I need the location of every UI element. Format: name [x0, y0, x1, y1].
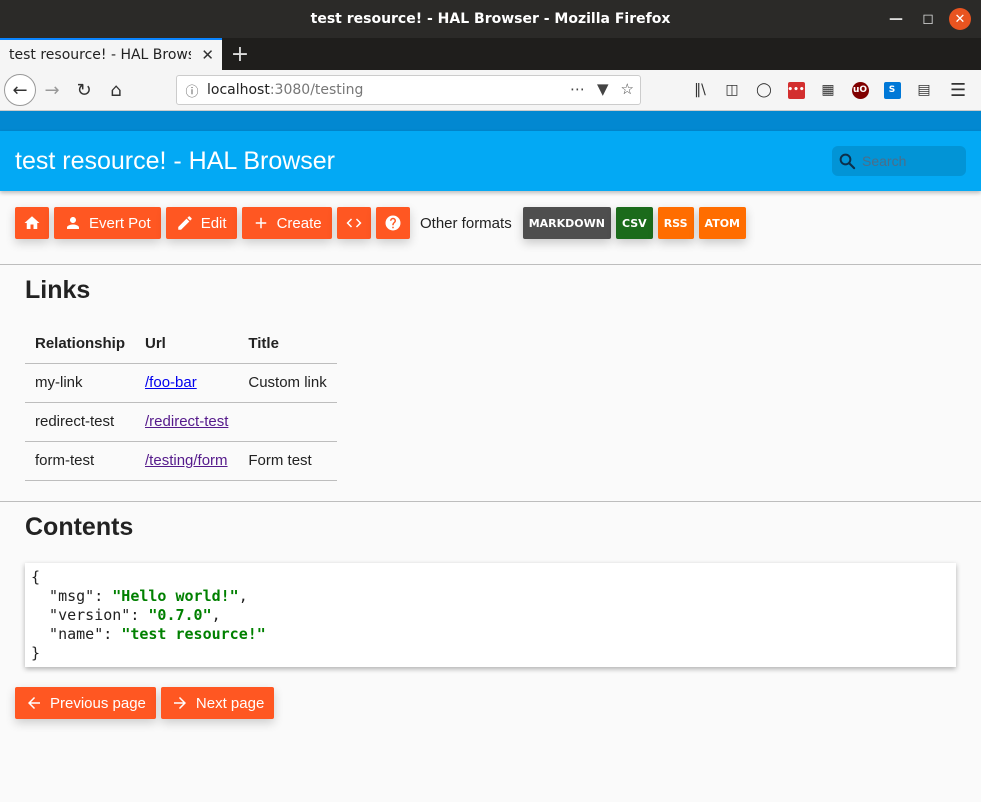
create-button[interactable]: Create [241, 207, 332, 239]
home-button[interactable] [15, 207, 49, 239]
browser-tab[interactable]: test resource! - HAL Browser ✕ [0, 38, 222, 70]
pocket-icon[interactable]: ▼ [597, 80, 609, 98]
window-controls: — ◻ ✕ [885, 8, 971, 30]
json-key: "version": [31, 606, 149, 624]
toolbar-icons: ‖\ ◫ ◯ ••• ▦ uO S ▤ [688, 76, 936, 104]
link-title [238, 402, 337, 442]
format-markdown-button[interactable]: MARKDOWN [522, 207, 611, 239]
url-actions: ⋯ ▼ ☆ [570, 80, 634, 98]
url-bar[interactable]: ⓘ localhost:3080/testing ⋯ ▼ ☆ [176, 75, 641, 105]
arrow-left-icon [28, 697, 40, 709]
link-rel: redirect-test [25, 402, 136, 442]
search-box[interactable] [832, 146, 966, 176]
home-icon[interactable]: ⌂ [100, 74, 132, 106]
close-window-icon[interactable]: ✕ [949, 8, 971, 30]
link-url[interactable]: /foo-bar [145, 374, 197, 391]
help-icon [385, 215, 401, 231]
ublock-icon[interactable]: uO [848, 76, 872, 104]
user-button[interactable]: Evert Pot [54, 207, 161, 239]
format-csv-button[interactable]: CSV [615, 207, 653, 239]
format-atom-button[interactable]: ATOM [698, 207, 746, 239]
navigation-bar: ← → ↻ ⌂ ⓘ localhost:3080/testing ⋯ ▼ ☆ ‖… [0, 70, 981, 111]
link-url[interactable]: /testing/form [145, 452, 228, 469]
column-header: Relationship [25, 324, 136, 364]
skype-icon[interactable]: S [880, 76, 904, 104]
bookmark-star-icon[interactable]: ☆ [621, 80, 634, 98]
page-actions-icon[interactable]: ⋯ [570, 80, 585, 98]
link-rel: form-test [25, 441, 136, 481]
pager: Previous page Next page [15, 687, 275, 719]
divider [0, 501, 981, 502]
link-url[interactable]: /redirect-test [145, 413, 228, 430]
links-table: Relationship Url Title my-link /foo-bar … [25, 324, 337, 481]
app-header: test resource! - HAL Browser [0, 131, 981, 191]
other-formats: Other formats MARKDOWN CSV RSS ATOM [420, 207, 746, 239]
json-key: "name": [31, 625, 122, 643]
source-button[interactable] [336, 207, 371, 239]
next-page-button[interactable]: Next page [160, 687, 275, 719]
link-title: Custom link [238, 363, 337, 403]
arrow-right-icon [173, 697, 186, 709]
other-formats-label: Other formats [420, 214, 512, 232]
column-header: Url [135, 324, 239, 364]
table-header-row: Relationship Url Title [25, 324, 337, 364]
window-titlebar: test resource! - HAL Browser - Mozilla F… [0, 0, 981, 38]
maximize-icon[interactable]: ◻ [917, 8, 939, 30]
json-brace: { [31, 568, 41, 586]
previous-page-button[interactable]: Previous page [15, 687, 156, 719]
link-title: Form test [238, 441, 337, 481]
table-row: my-link /foo-bar Custom link [25, 363, 337, 403]
site-info-icon[interactable]: ⓘ [177, 81, 207, 100]
user-button-label: Evert Pot [89, 214, 151, 232]
extensions-grid-icon[interactable]: ▦ [816, 76, 840, 104]
format-rss-button[interactable]: RSS [657, 207, 694, 239]
code-icon [346, 218, 362, 228]
search-input[interactable] [862, 153, 962, 169]
url-path: :3080/testing [269, 82, 364, 98]
pencil-icon [177, 216, 192, 230]
next-page-label: Next page [195, 694, 265, 712]
divider [0, 264, 981, 265]
tab-strip: test resource! - HAL Browser ✕ + [0, 38, 981, 70]
back-icon[interactable]: ← [4, 74, 36, 106]
forward-icon[interactable]: → [36, 74, 68, 106]
plus-icon [255, 217, 266, 229]
help-button[interactable] [375, 207, 410, 239]
search-icon [839, 153, 856, 170]
shield-icon[interactable]: ◯ [752, 76, 776, 104]
edit-button[interactable]: Edit [165, 207, 237, 239]
page-title: test resource! - HAL Browser [15, 146, 336, 175]
minimize-icon[interactable]: — [885, 8, 907, 30]
table-row: form-test /testing/form Form test [25, 441, 337, 481]
link-rel: my-link [25, 363, 136, 403]
edit-button-label: Edit [200, 214, 227, 232]
app-top-strip [0, 111, 981, 131]
create-button-label: Create [276, 214, 322, 232]
previous-page-label: Previous page [50, 694, 146, 712]
table-row: redirect-test /redirect-test [25, 402, 337, 442]
sidebar-icon[interactable]: ◫ [720, 76, 744, 104]
new-tab-icon[interactable]: + [222, 38, 258, 70]
links-heading: Links [25, 276, 91, 304]
json-value: "0.7.0" [148, 606, 212, 624]
json-brace: } [31, 644, 41, 662]
reload-icon[interactable]: ↻ [68, 74, 100, 106]
resource-actions: Evert Pot Edit Create [15, 207, 410, 239]
close-tab-icon[interactable]: ✕ [201, 46, 214, 64]
contents-heading: Contents [25, 513, 134, 541]
notes-icon[interactable]: ▤ [912, 76, 936, 104]
hamburger-menu-icon[interactable]: ☰ [950, 80, 966, 101]
lastpass-icon[interactable]: ••• [784, 76, 808, 104]
url-host: localhost [207, 82, 270, 98]
person-icon [67, 217, 79, 229]
column-header: Title [238, 324, 337, 364]
tab-title: test resource! - HAL Browser [9, 47, 191, 63]
json-value: "Hello world!" [112, 587, 239, 605]
window-title: test resource! - HAL Browser - Mozilla F… [310, 11, 671, 27]
house-icon [24, 216, 40, 229]
json-value: "test resource!" [121, 625, 266, 643]
json-body: { "msg": "Hello world!", "version": "0.7… [25, 563, 956, 667]
json-key: "msg": [31, 587, 113, 605]
library-icon[interactable]: ‖\ [688, 76, 712, 104]
